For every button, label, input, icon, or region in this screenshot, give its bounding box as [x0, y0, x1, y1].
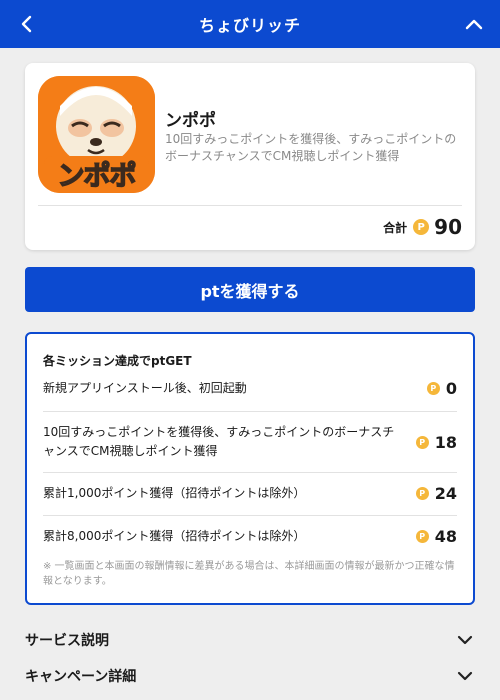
point-coin-icon: P: [415, 435, 429, 449]
disclaimer-note: ※ 一覧画面と本画面の報酬情報に差異がある場合は、本詳細画面の情報が最新かつ正確…: [43, 561, 455, 587]
mission-reward: P 48: [415, 527, 457, 546]
accordion-service-description[interactable]: サービス説明: [25, 628, 475, 652]
point-coin-icon: P: [415, 530, 429, 543]
chevron-down-icon[interactable]: [455, 666, 475, 686]
app-description: 10回すみっこポイントを獲得後、すみっこポイントのボーナスチャンスでCM視聴しポ…: [165, 132, 457, 163]
mission-points: 24: [434, 484, 457, 503]
app-icon-logo-text: ンポポ: [57, 160, 138, 193]
mission-title: 各ミッション達成でptGET: [43, 354, 192, 368]
app-icon: ンポポ: [38, 76, 155, 193]
mission-label: 累計8,000ポイント獲得（招待ポイントは除外）: [43, 529, 306, 543]
total-value: 90: [434, 215, 462, 239]
accordion-campaign-details[interactable]: キャンペーン詳細: [25, 664, 475, 688]
chevron-left-icon[interactable]: [12, 10, 40, 38]
divider: [43, 472, 457, 473]
accordion-label: キャンペーン詳細: [25, 669, 137, 685]
get-points-button[interactable]: ptを獲得する: [25, 267, 475, 312]
mission-reward: P 0: [426, 379, 457, 398]
divider: [43, 411, 457, 412]
mission-item: 新規アプリインストール後、初回起動 P 0: [43, 379, 457, 398]
divider: [38, 205, 462, 206]
chevron-down-icon[interactable]: [455, 630, 475, 650]
mission-label: 累計1,000ポイント獲得（招待ポイントは除外）: [43, 486, 306, 500]
mission-item: 10回すみっこポイントを獲得後、すみっこポイントのボーナスチャンスでCM視聴しポ…: [43, 423, 457, 461]
mission-points: 0: [445, 379, 457, 398]
mission-list: 各ミッション達成でptGET 新規アプリインストール後、初回起動 P 0 10回…: [25, 332, 475, 605]
accordion-label: サービス説明: [25, 633, 109, 649]
app-name: ンポポ: [165, 111, 216, 131]
point-coin-icon: P: [415, 487, 429, 500]
mission-item: 累計8,000ポイント獲得（招待ポイントは除外） P 48: [43, 527, 457, 546]
divider: [43, 515, 457, 516]
mission-points: 48: [434, 527, 457, 546]
total-points: 合計 P 90: [383, 215, 462, 239]
mission-item: 累計1,000ポイント獲得（招待ポイントは除外） P 24: [43, 484, 457, 503]
point-coin-icon: P: [426, 382, 440, 395]
mission-reward: P 24: [415, 484, 457, 503]
total-label: 合計: [383, 220, 408, 235]
top-bar: ちょびリッチ: [0, 0, 500, 48]
mission-reward: P 18: [415, 432, 457, 452]
page-title: ちょびリッチ: [198, 16, 301, 35]
mission-label: 新規アプリインストール後、初回起動: [43, 381, 247, 395]
point-coin-icon: P: [413, 219, 430, 235]
mission-label: 10回すみっこポイントを獲得後、すみっこポイントのボーナスチャンスでCM視聴しポ…: [43, 425, 395, 458]
chevron-up-icon[interactable]: [460, 10, 488, 38]
mission-points: 18: [434, 432, 457, 452]
app-card: ンポポ ンポポ 10回すみっこポイントを獲得後、すみっこポイントのボーナスチャン…: [25, 63, 475, 250]
